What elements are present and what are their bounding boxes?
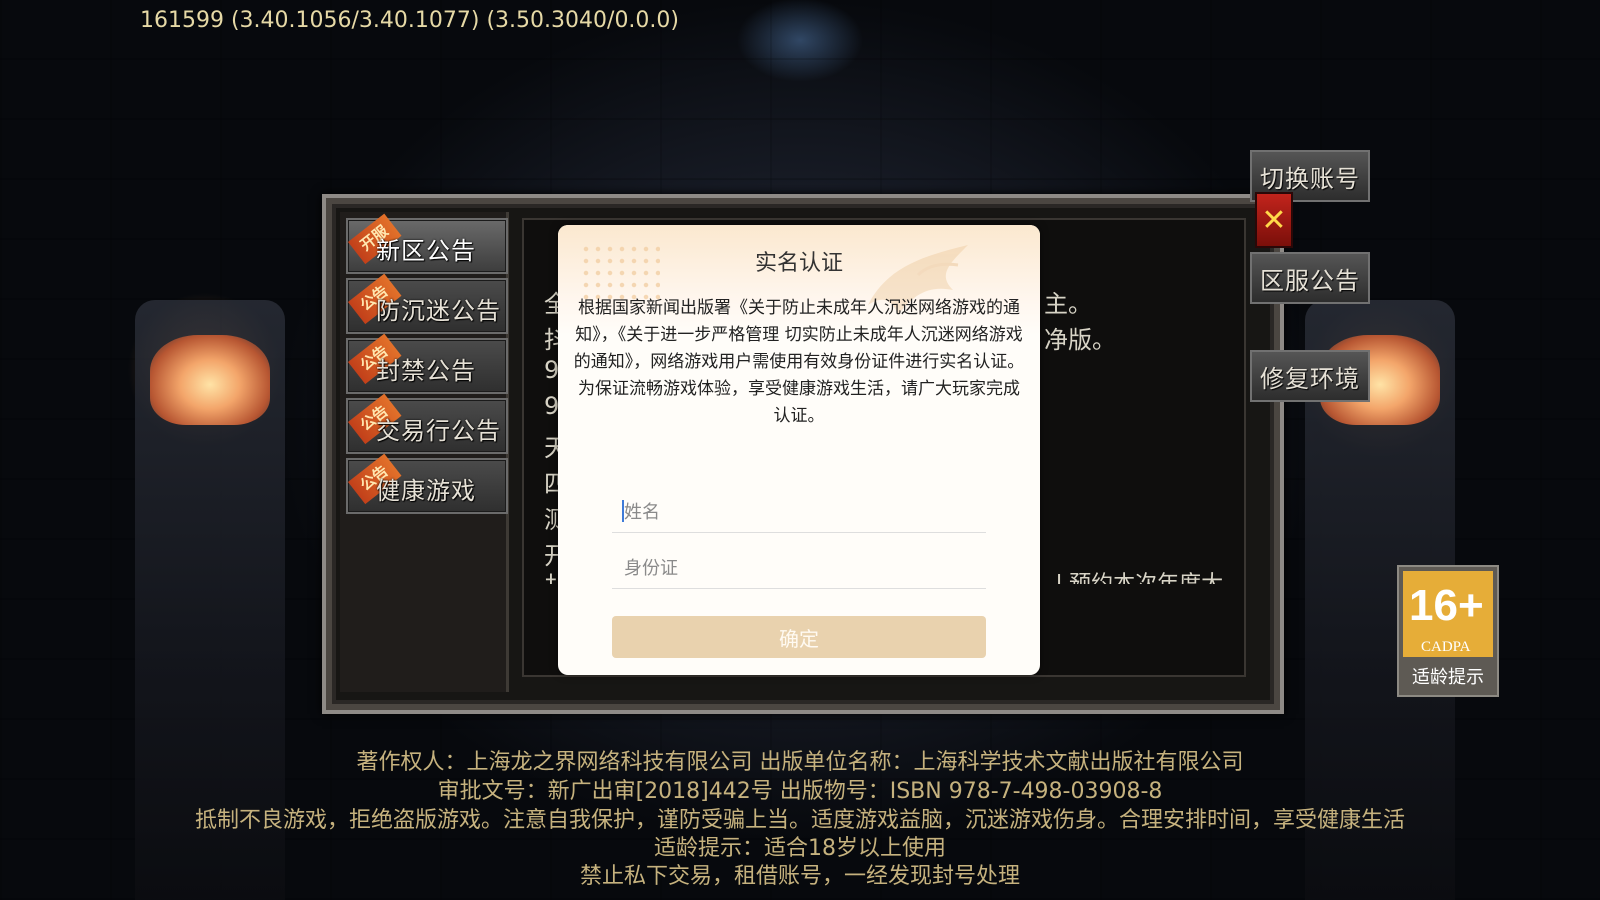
notice-tabs: 开服 新区公告 公告 防沉迷公告 公告 封禁公告 公告 交易行公告 公告 健康游… bbox=[340, 212, 509, 692]
age-org: CADPA bbox=[1421, 639, 1471, 655]
age-badge-top: 16+ CADPA bbox=[1403, 571, 1493, 657]
footer-trade-warning: 禁止私下交易，租借账号，一经发现封号处理 bbox=[579, 864, 1020, 889]
content-fragment: 9 bbox=[544, 392, 560, 420]
dialog-notice-text: 根据国家新闻出版署《关于防止未成年人沉迷网络游戏的通知》，《关于进一步严格管理 … bbox=[573, 298, 1025, 426]
close-icon[interactable]: ✕ bbox=[1255, 192, 1293, 248]
footer-approval: 审批文号：新广出审[2018]442号 出版物号：ISBN 978-7-498-… bbox=[437, 779, 1163, 804]
footer-copyright: 著作权人：上海龙之界网络科技有限公司 出版单位名称：上海科学技术文献出版社有限公… bbox=[356, 750, 1244, 775]
real-name-auth-dialog: 实名认证 根据国家新闻出版署《关于防止未成年人沉迷网络游戏的通知》，《关于进一步… bbox=[558, 225, 1040, 675]
content-fragment: 9 bbox=[544, 356, 560, 384]
version-text: 161599 (3.40.1056/3.40.1077) (3.50.3040/… bbox=[140, 8, 679, 33]
tab-label: 健康游戏 bbox=[376, 477, 476, 505]
content-fragment: l 预约本次年度大 bbox=[1056, 566, 1223, 584]
left-lamp bbox=[150, 335, 270, 425]
name-field[interactable]: 姓名 bbox=[612, 488, 986, 533]
age-rating-badge: 16+ CADPA 适龄提示 bbox=[1397, 565, 1499, 697]
tab-ban-notice[interactable]: 公告 封禁公告 bbox=[346, 333, 508, 394]
name-placeholder: 姓名 bbox=[624, 502, 660, 523]
tab-label: 交易行公告 bbox=[376, 417, 501, 445]
tab-healthy-gaming[interactable]: 公告 健康游戏 bbox=[346, 453, 508, 514]
tab-label: 防沉迷公告 bbox=[376, 297, 501, 325]
age-tip: 适龄提示 bbox=[1412, 667, 1484, 688]
age-number: 16+ bbox=[1409, 581, 1484, 630]
tab-label: 新区公告 bbox=[376, 237, 476, 265]
id-card-placeholder: 身份证 bbox=[624, 558, 678, 579]
server-notice-button[interactable]: 区服公告 bbox=[1250, 252, 1370, 304]
confirm-button[interactable]: 确定 bbox=[612, 616, 986, 658]
id-card-field[interactable]: 身份证 bbox=[612, 544, 986, 589]
tab-new-server-notice[interactable]: 开服 新区公告 bbox=[346, 213, 508, 274]
repair-environment-button[interactable]: 修复环境 bbox=[1250, 350, 1370, 402]
content-fragment: 主。 bbox=[1044, 290, 1092, 318]
content-fragment: 净版。 bbox=[1044, 326, 1116, 354]
dialog-title: 实名认证 bbox=[754, 251, 843, 276]
tab-trade-notice[interactable]: 公告 交易行公告 bbox=[346, 393, 508, 454]
tab-anti-addiction-notice[interactable]: 公告 防沉迷公告 bbox=[346, 273, 508, 334]
tab-label: 封禁公告 bbox=[376, 357, 476, 385]
